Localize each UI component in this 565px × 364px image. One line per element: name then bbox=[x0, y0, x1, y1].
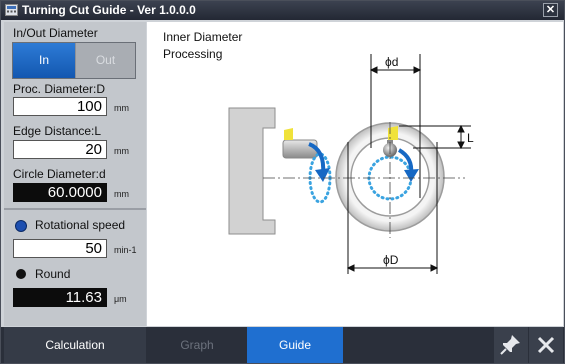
pin-icon bbox=[500, 335, 520, 355]
inout-toggle: In Out bbox=[12, 42, 136, 79]
dimension-L-label: L bbox=[467, 131, 474, 145]
rotational-speed-unit: min-1 bbox=[114, 245, 137, 255]
dimension-D-label: ϕD bbox=[383, 253, 399, 267]
calculator-icon bbox=[5, 4, 18, 16]
round-label: Round bbox=[35, 267, 71, 281]
pin-button[interactable] bbox=[494, 327, 528, 363]
round-unit: μm bbox=[114, 294, 127, 304]
dimension-d-label: ϕd bbox=[385, 55, 398, 69]
circle-diameter-value: 60.0000 bbox=[13, 183, 107, 202]
rotational-speed-radio[interactable] bbox=[16, 221, 26, 231]
proc-diameter-input[interactable]: 100 bbox=[13, 97, 107, 116]
window-close-button[interactable]: ✕ bbox=[543, 3, 558, 17]
proc-diameter-unit: mm bbox=[114, 103, 129, 113]
guide-panel: Inner Diameter Processing ϕd ϕD L bbox=[147, 22, 563, 326]
tab-calculation[interactable]: Calculation bbox=[4, 327, 146, 363]
circle-diameter-label: Circle Diameter:d bbox=[13, 167, 106, 181]
close-icon bbox=[537, 336, 555, 354]
tab-graph[interactable]: Graph bbox=[149, 327, 245, 363]
inner-diameter-diagram: ϕd ϕD L bbox=[228, 54, 474, 274]
round-value: 11.63 bbox=[13, 288, 107, 307]
rotational-speed-label: Rotational speed bbox=[35, 218, 126, 232]
divider bbox=[4, 208, 146, 210]
workpiece-block bbox=[228, 107, 276, 235]
edge-distance-input[interactable]: 20 bbox=[13, 140, 107, 159]
tab-guide[interactable]: Guide bbox=[247, 327, 343, 363]
circle-diameter-unit: mm bbox=[114, 189, 129, 199]
rotational-speed-input[interactable]: 50 bbox=[13, 239, 107, 258]
toggle-out-button[interactable]: Out bbox=[76, 43, 135, 78]
app-window: Turning Cut Guide - Ver 1.0.0.0 ✕ In/Out… bbox=[0, 0, 565, 364]
edge-distance-label: Edge Distance:L bbox=[13, 124, 102, 138]
proc-diameter-label: Proc. Diameter:D bbox=[13, 82, 106, 96]
round-radio[interactable] bbox=[16, 269, 26, 279]
inout-label: In/Out Diameter bbox=[13, 26, 98, 40]
bottom-tab-bar: Calculation Graph Guide bbox=[1, 327, 564, 363]
edge-distance-unit: mm bbox=[114, 146, 129, 156]
toggle-in-button[interactable]: In bbox=[13, 43, 75, 78]
input-panel: In/Out Diameter In Out Proc. Diameter:D … bbox=[4, 22, 146, 326]
outer-cutting-tool bbox=[282, 128, 318, 159]
close-button[interactable] bbox=[529, 327, 563, 363]
window-title: Turning Cut Guide - Ver 1.0.0.0 bbox=[22, 3, 196, 17]
title-bar: Turning Cut Guide - Ver 1.0.0.0 ✕ bbox=[1, 1, 564, 20]
